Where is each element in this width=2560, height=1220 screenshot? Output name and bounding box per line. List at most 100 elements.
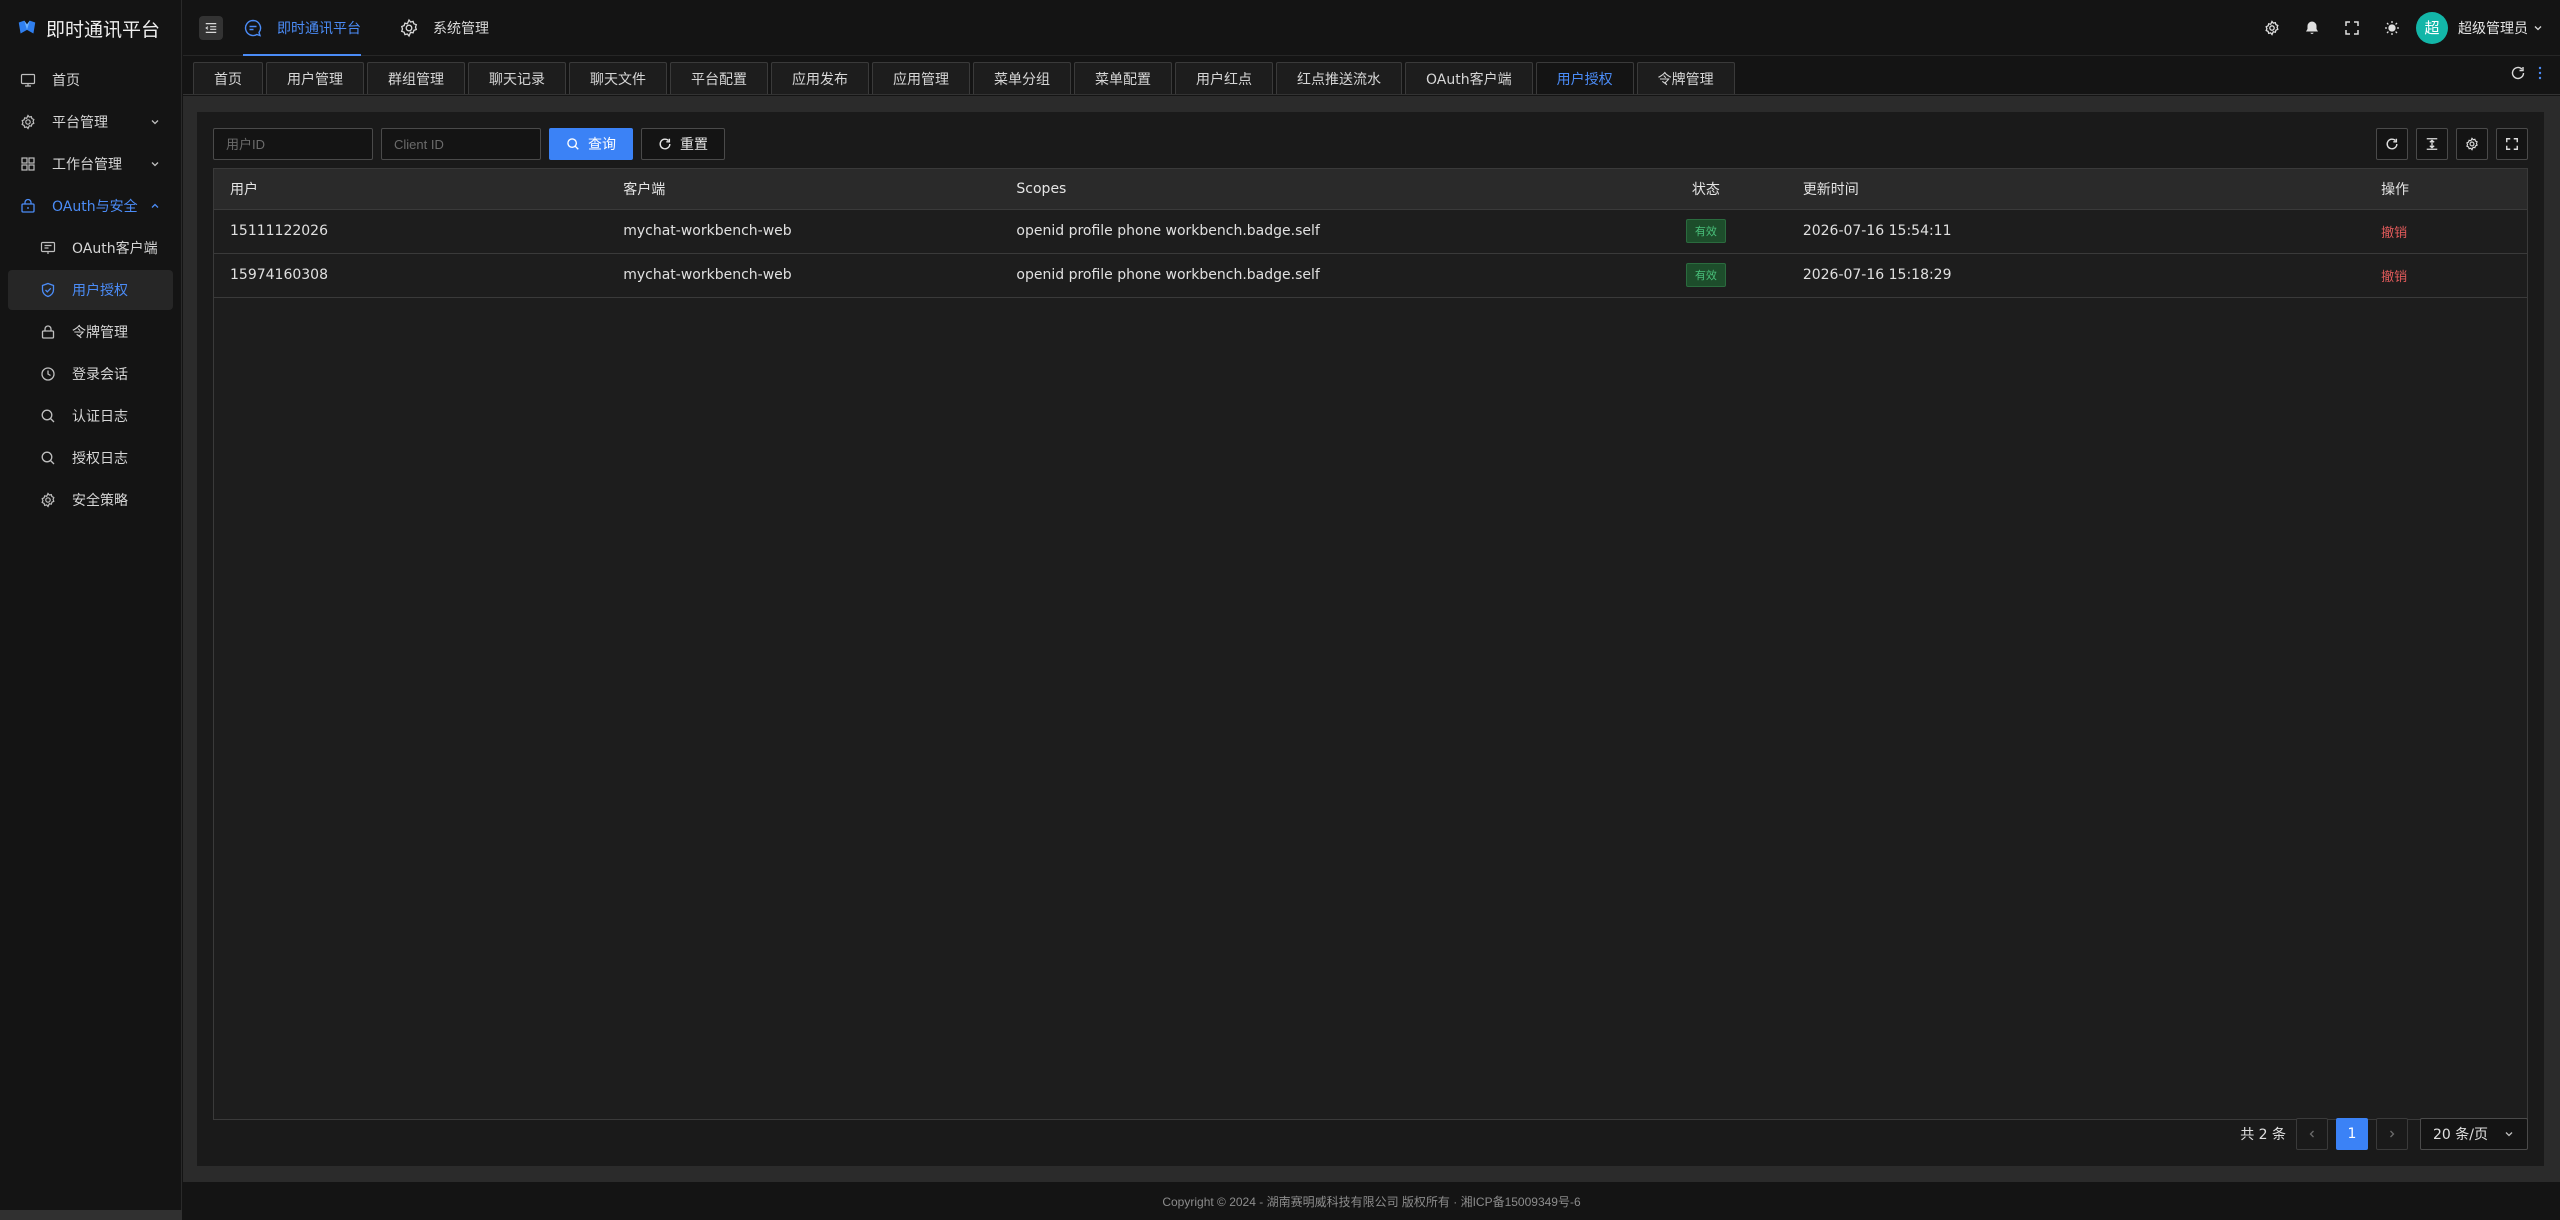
header-actions: 超 超级管理员 bbox=[2252, 8, 2560, 48]
fullscreen-button[interactable] bbox=[2332, 8, 2372, 48]
tab-chat-records[interactable]: 聊天记录 bbox=[468, 62, 566, 94]
sidebar: 即时通讯平台 首页 平台管理 工作台管理 OAuth与安全 OAuth客户端 用… bbox=[0, 0, 182, 1220]
top-header: 即时通讯平台 系统管理 超 超级管理员 bbox=[183, 0, 2560, 56]
tab-app-release[interactable]: 应用发布 bbox=[771, 62, 869, 94]
sidebar-item-auth-logs[interactable]: 认证日志 bbox=[8, 396, 173, 436]
page-number-button[interactable]: 1 bbox=[2336, 1118, 2368, 1150]
next-page-button[interactable] bbox=[2376, 1118, 2408, 1150]
more-vertical-icon[interactable] bbox=[2538, 66, 2542, 80]
refresh-icon[interactable] bbox=[2510, 65, 2526, 81]
tab-token-management[interactable]: 令牌管理 bbox=[1636, 62, 1735, 94]
fullscreen-icon bbox=[2344, 20, 2360, 36]
tab-user-badges[interactable]: 用户红点 bbox=[1175, 62, 1273, 94]
gear-icon bbox=[399, 18, 419, 38]
sidebar-item-label: 工作台管理 bbox=[52, 157, 122, 173]
sidebar-item-label: 认证日志 bbox=[72, 409, 128, 425]
gear-icon bbox=[2465, 137, 2479, 151]
app-title: 即时通讯平台 bbox=[46, 18, 161, 41]
authorization-table: 用户 客户端 Scopes 状态 更新时间 操作 15111122026 myc… bbox=[213, 168, 2528, 1120]
sidebar-item-login-sessions[interactable]: 登录会话 bbox=[8, 354, 173, 394]
reset-icon bbox=[658, 137, 672, 151]
tab-badge-push-log[interactable]: 红点推送流水 bbox=[1276, 62, 1402, 94]
cell-updated: 2026-07-16 15:54:11 bbox=[1786, 209, 2366, 254]
sidebar-scrollbar[interactable] bbox=[0, 1210, 182, 1220]
revoke-button[interactable]: 撤销 bbox=[2381, 226, 2407, 241]
user-id-input[interactable] bbox=[213, 128, 373, 160]
sidebar-item-security-policy[interactable]: 安全策略 bbox=[8, 480, 173, 520]
lock-icon bbox=[40, 324, 56, 340]
reset-button-label: 重置 bbox=[680, 137, 708, 153]
cell-client: mychat-workbench-web bbox=[607, 253, 1001, 298]
tab-user-management[interactable]: 用户管理 bbox=[266, 62, 364, 94]
copyright-text: Copyright © 2024 - 湖南赛明威科技有限公司 版权所有 · 湘I… bbox=[1162, 1194, 1581, 1209]
sidebar-item-authorization-logs[interactable]: 授权日志 bbox=[8, 438, 173, 478]
sidebar-item-label: 用户授权 bbox=[72, 283, 128, 299]
user-name[interactable]: 超级管理员 bbox=[2458, 18, 2528, 38]
logo-icon bbox=[16, 17, 38, 39]
table-fullscreen-button[interactable] bbox=[2496, 128, 2528, 160]
tab-menu-config[interactable]: 菜单配置 bbox=[1074, 62, 1172, 94]
column-header-client: 客户端 bbox=[607, 169, 1001, 210]
query-button[interactable]: 查询 bbox=[549, 128, 633, 160]
top-nav-label: 系统管理 bbox=[433, 20, 489, 37]
cell-actions: 撤销 bbox=[2365, 253, 2527, 298]
tabs-actions bbox=[2510, 65, 2542, 81]
tab-chat-files[interactable]: 聊天文件 bbox=[569, 62, 667, 94]
avatar[interactable]: 超 bbox=[2416, 11, 2448, 44]
page-tabs: 首页 用户管理 群组管理 聊天记录 聊天文件 平台配置 应用发布 应用管理 菜单… bbox=[183, 57, 2560, 95]
search-icon bbox=[40, 450, 56, 466]
sidebar-item-user-authorization[interactable]: 用户授权 bbox=[8, 270, 173, 310]
grid-icon bbox=[20, 156, 36, 172]
chevron-down-icon[interactable] bbox=[2532, 22, 2544, 34]
page-size-select[interactable]: 20 条/页 bbox=[2420, 1118, 2528, 1150]
tab-oauth-client[interactable]: OAuth客户端 bbox=[1405, 62, 1533, 94]
reset-button[interactable]: 重置 bbox=[641, 128, 725, 160]
top-nav-im-platform[interactable]: 即时通讯平台 bbox=[243, 0, 361, 56]
search-icon bbox=[566, 137, 580, 151]
logo-row: 即时通讯平台 bbox=[0, 0, 181, 56]
table-refresh-button[interactable] bbox=[2376, 128, 2408, 160]
tab-user-authorization[interactable]: 用户授权 bbox=[1535, 62, 1634, 94]
tab-app-management[interactable]: 应用管理 bbox=[872, 62, 970, 94]
cell-status: 有效 bbox=[1624, 209, 1787, 254]
tab-group-management[interactable]: 群组管理 bbox=[367, 62, 465, 94]
refresh-icon bbox=[2385, 137, 2399, 151]
top-nav-label: 即时通讯平台 bbox=[277, 20, 361, 37]
column-settings-button[interactable] bbox=[2456, 128, 2488, 160]
sidebar-item-label: 授权日志 bbox=[72, 451, 128, 467]
sidebar-item-home[interactable]: 首页 bbox=[8, 60, 173, 100]
revoke-button[interactable]: 撤销 bbox=[2381, 270, 2407, 285]
settings-button[interactable] bbox=[2252, 8, 2292, 48]
sidebar-item-platform-management[interactable]: 平台管理 bbox=[8, 102, 173, 142]
cell-updated: 2026-07-16 15:18:29 bbox=[1786, 253, 2366, 298]
cell-user: 15974160308 bbox=[214, 253, 608, 298]
sidebar-item-token-management[interactable]: 令牌管理 bbox=[8, 312, 173, 352]
column-header-scopes: Scopes bbox=[1000, 169, 1625, 210]
monitor-icon bbox=[20, 72, 36, 88]
sidebar-item-label: 令牌管理 bbox=[72, 325, 128, 341]
sidebar-item-oauth-client[interactable]: OAuth客户端 bbox=[8, 228, 173, 268]
theme-toggle-button[interactable] bbox=[2372, 8, 2412, 48]
tab-platform-config[interactable]: 平台配置 bbox=[670, 62, 768, 94]
table-header-row: 用户 客户端 Scopes 状态 更新时间 操作 bbox=[214, 169, 2527, 210]
chevron-down-icon bbox=[2503, 1128, 2515, 1140]
row-density-button[interactable] bbox=[2416, 128, 2448, 160]
tab-home[interactable]: 首页 bbox=[193, 62, 263, 94]
sidebar-item-label: OAuth客户端 bbox=[72, 241, 158, 257]
sidebar-item-workbench-management[interactable]: 工作台管理 bbox=[8, 144, 173, 184]
notifications-button[interactable] bbox=[2292, 8, 2332, 48]
prev-page-button[interactable] bbox=[2296, 1118, 2328, 1150]
tab-menu-groups[interactable]: 菜单分组 bbox=[973, 62, 1071, 94]
column-height-icon bbox=[2425, 137, 2439, 151]
client-icon bbox=[40, 240, 56, 256]
cell-actions: 撤销 bbox=[2365, 209, 2527, 254]
collapse-sidebar-button[interactable] bbox=[199, 15, 223, 40]
client-id-input[interactable] bbox=[381, 128, 541, 160]
sidebar-item-oauth-security[interactable]: OAuth与安全 bbox=[8, 186, 173, 226]
gear-icon bbox=[2264, 19, 2280, 36]
sidebar-item-label: 平台管理 bbox=[52, 115, 108, 131]
gear-icon bbox=[20, 114, 36, 130]
top-nav-system-management[interactable]: 系统管理 bbox=[399, 0, 489, 56]
footer: Copyright © 2024 - 湖南赛明威科技有限公司 版权所有 · 湘I… bbox=[183, 1182, 2560, 1220]
cell-user: 15111122026 bbox=[214, 209, 608, 254]
